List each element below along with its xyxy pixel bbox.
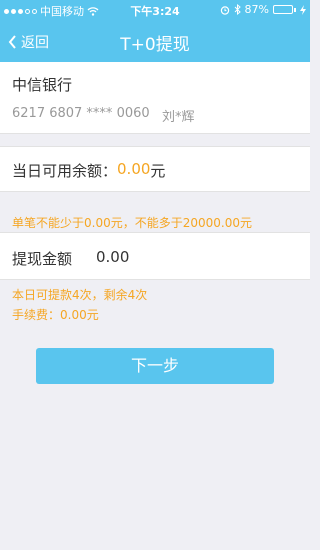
bluetooth-icon bbox=[234, 4, 241, 15]
charging-icon bbox=[300, 4, 306, 15]
nav-bar: 返回 T+0提现 bbox=[0, 20, 310, 62]
withdraw-amount-row: 提现金额 bbox=[0, 232, 310, 280]
page-title: T+0提现 bbox=[120, 35, 190, 55]
limit-note: 单笔不能少于0.00元，不能多于20000.00元 bbox=[12, 216, 252, 230]
alarm-icon bbox=[220, 5, 229, 15]
balance-label: 当日可用余额： bbox=[12, 162, 118, 180]
status-right: 87% bbox=[220, 3, 306, 16]
status-bar: 中国移动 下午3:24 87% bbox=[0, 0, 310, 20]
header: 中国移动 下午3:24 87% 返回 T+0提现 bbox=[0, 0, 310, 62]
balance-unit: 元 bbox=[150, 162, 166, 180]
card-number: 6217 6807 **** 0060 bbox=[12, 106, 150, 121]
balance-row: 当日可用余额： 0.00 元 bbox=[0, 146, 310, 192]
battery-percent: 87% bbox=[244, 3, 269, 16]
withdraw-amount-label: 提现金额 bbox=[12, 250, 73, 268]
fee-info: 手续费：0.00元 bbox=[12, 308, 99, 322]
balance-amount: 0.00 bbox=[117, 160, 151, 178]
card-holder: 刘*辉 bbox=[162, 110, 195, 125]
next-button[interactable]: 下一步 bbox=[36, 348, 274, 384]
bank-name: 中信银行 bbox=[12, 76, 73, 94]
withdraw-times-info: 本日可提款4次，剩余4次 bbox=[12, 288, 148, 302]
battery-icon bbox=[273, 5, 296, 14]
withdraw-amount-input[interactable] bbox=[96, 241, 296, 273]
bank-card: 中信银行 6217 6807 **** 0060 刘*辉 bbox=[0, 62, 310, 134]
